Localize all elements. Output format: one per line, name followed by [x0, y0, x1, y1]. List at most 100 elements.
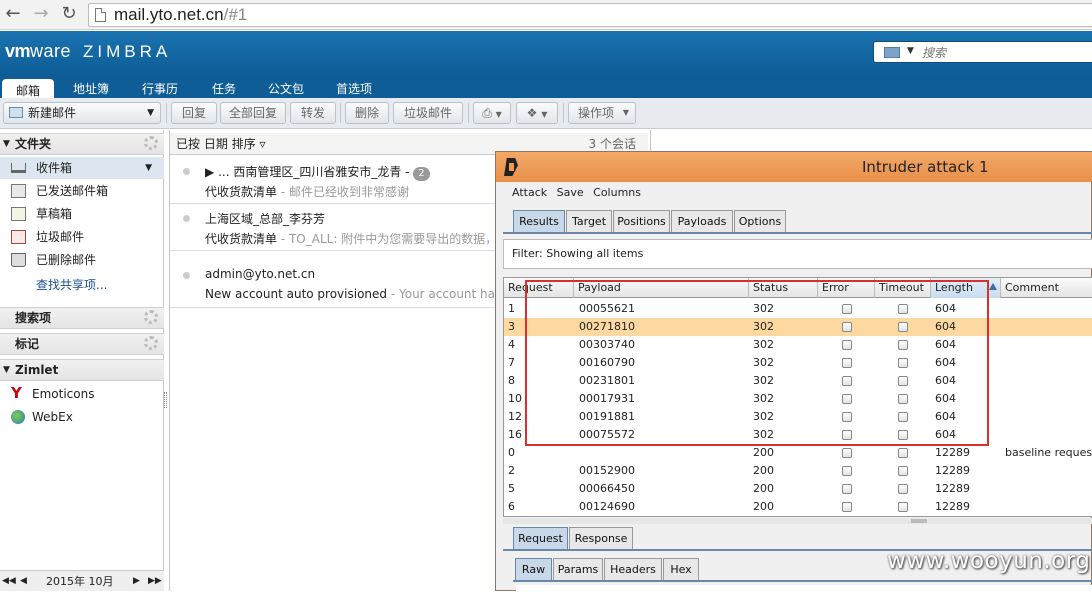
- timeout-checkbox: [898, 394, 908, 404]
- table-row[interactable]: 8 00231801 302 604: [504, 372, 1092, 390]
- junk-button[interactable]: 垃圾邮件: [393, 102, 463, 124]
- cell-request: 5: [508, 482, 515, 495]
- table-row[interactable]: 5 00066450 200 12289: [504, 480, 1092, 498]
- gear-icon[interactable]: [144, 136, 158, 150]
- prev-month-icon[interactable]: ◀: [20, 571, 27, 592]
- actions-label: 操作项: [578, 106, 615, 120]
- next-month-icon[interactable]: ▶: [133, 571, 140, 592]
- forward-button[interactable]: 转发: [290, 102, 336, 124]
- search-input[interactable]: [922, 44, 1092, 61]
- table-row[interactable]: 16 00075572 302 604: [504, 426, 1092, 444]
- tab-address-book[interactable]: 地址簿: [73, 80, 109, 98]
- actions-button[interactable]: 操作项 ▼: [568, 102, 636, 124]
- tag-button[interactable]: ❖ ▼: [516, 102, 558, 124]
- table-row[interactable]: 2 00152900 200 12289: [504, 462, 1092, 480]
- cell-request: 4: [508, 338, 515, 351]
- filter-bar[interactable]: Filter: Showing all items: [503, 239, 1092, 269]
- unread-dot-icon[interactable]: [183, 272, 190, 279]
- mail-toolbar: 新建邮件 ▼ 回复 全部回复 转发 删除 垃圾邮件 ⎙ ▼ ❖ ▼ 操作项 ▼: [0, 98, 1092, 129]
- zimlet-header[interactable]: ▼ Zimlet: [0, 359, 164, 381]
- table-row[interactable]: 6 00124690 200 12289: [504, 498, 1092, 516]
- tab-results[interactable]: Results: [513, 210, 565, 232]
- expand-triangle-icon[interactable]: ▶: [205, 165, 214, 179]
- column-header-timeout[interactable]: Timeout: [875, 278, 931, 298]
- column-header-length[interactable]: Length: [931, 278, 1001, 298]
- zimlet-webex[interactable]: WebEx: [0, 406, 164, 428]
- mail-search-type-icon[interactable]: [884, 47, 900, 58]
- prev-year-icon[interactable]: ◀◀: [2, 571, 16, 592]
- column-header-error[interactable]: Error: [818, 278, 875, 298]
- table-row[interactable]: 1 00055621 302 604: [504, 300, 1092, 318]
- print-button[interactable]: ⎙ ▼: [473, 102, 511, 124]
- forward-arrow-icon[interactable]: →: [30, 3, 52, 25]
- sidebar-item-drafts[interactable]: 草稿箱: [0, 203, 164, 225]
- tab-positions[interactable]: Positions: [613, 210, 670, 232]
- column-header-status[interactable]: Status: [749, 278, 818, 298]
- sidebar-item-sent[interactable]: 已发送邮件箱: [0, 180, 164, 202]
- next-year-icon[interactable]: ▶▶: [148, 571, 162, 592]
- chevron-down-icon[interactable]: ▼: [145, 157, 152, 179]
- raw-request-editor[interactable]: [516, 585, 1092, 595]
- collapse-triangle-icon[interactable]: ▼: [3, 134, 10, 154]
- tab-mail[interactable]: 邮箱: [2, 79, 55, 98]
- scroll-grip[interactable]: [911, 519, 927, 523]
- table-row[interactable]: 4 00303740 302 604: [504, 336, 1092, 354]
- tab-params[interactable]: Params: [553, 558, 603, 580]
- tab-response[interactable]: Response: [569, 527, 633, 549]
- unread-dot-icon[interactable]: [183, 215, 190, 222]
- gear-icon[interactable]: [144, 336, 158, 350]
- delete-button[interactable]: 删除: [345, 102, 389, 124]
- address-bar[interactable]: mail.yto.net.cn/#1: [88, 3, 1092, 27]
- zimlet-emoticons[interactable]: Y Emoticons: [0, 383, 164, 405]
- search-box[interactable]: ▼: [873, 41, 1092, 63]
- column-header-request[interactable]: Request: [504, 278, 574, 298]
- folders-header-label: 文件夹: [15, 137, 52, 151]
- reply-button[interactable]: 回复: [171, 102, 217, 124]
- searches-header[interactable]: 搜索项: [0, 307, 164, 329]
- calendar-month-label[interactable]: 2015年 10月: [46, 571, 114, 592]
- collapse-triangle-icon[interactable]: ▼: [3, 360, 10, 380]
- tab-options[interactable]: Options: [734, 210, 786, 232]
- table-row[interactable]: 7 00160790 302 604: [504, 354, 1092, 372]
- table-row[interactable]: 10 00017931 302 604: [504, 390, 1092, 408]
- table-row[interactable]: 0 200 12289 baseline request: [504, 444, 1092, 462]
- tab-payloads[interactable]: Payloads: [671, 210, 733, 232]
- chevron-down-icon[interactable]: ▼: [147, 103, 154, 123]
- tab-preferences[interactable]: 首选项: [336, 80, 372, 98]
- table-row[interactable]: 12 00191881 302 604: [504, 408, 1092, 426]
- tab-calendar[interactable]: 行事历: [142, 80, 178, 98]
- table-row[interactable]: 3 00271810 302 604: [504, 318, 1092, 336]
- tab-briefcase[interactable]: 公文包: [268, 80, 304, 98]
- back-arrow-icon[interactable]: ←: [2, 3, 24, 25]
- menu-save[interactable]: Save: [557, 186, 584, 199]
- resize-handle[interactable]: [164, 392, 167, 408]
- reload-icon[interactable]: ↻: [58, 3, 80, 25]
- tags-header[interactable]: 标记: [0, 333, 164, 355]
- new-mail-button[interactable]: 新建邮件 ▼: [3, 102, 161, 124]
- menu-attack[interactable]: Attack: [512, 186, 547, 199]
- menu-columns[interactable]: Columns: [593, 186, 641, 199]
- find-shares-link[interactable]: 查找共享项...: [0, 274, 164, 296]
- tab-tasks[interactable]: 任务: [212, 80, 236, 98]
- column-header-payload[interactable]: Payload: [574, 278, 749, 298]
- tab-hex[interactable]: Hex: [663, 558, 699, 580]
- sidebar-item-inbox[interactable]: 收件箱 ▼: [0, 157, 164, 179]
- error-checkbox: [842, 466, 852, 476]
- tab-headers[interactable]: Headers: [604, 558, 662, 580]
- folders-header[interactable]: ▼ 文件夹: [0, 133, 164, 155]
- gear-icon[interactable]: [144, 310, 158, 324]
- burp-menubar: Attack Save Columns: [496, 182, 1092, 204]
- sort-toggle-icon[interactable]: ▿: [259, 137, 265, 151]
- chevron-down-icon[interactable]: ▼: [907, 46, 914, 56]
- sidebar-item-trash[interactable]: 已删除邮件: [0, 249, 164, 271]
- tab-raw[interactable]: Raw: [515, 558, 552, 580]
- sidebar-item-junk[interactable]: 垃圾邮件: [0, 226, 164, 248]
- horizontal-scrollbar[interactable]: [503, 518, 1092, 524]
- timeout-checkbox: [898, 412, 908, 422]
- window-titlebar[interactable]: Intruder attack 1: [496, 152, 1092, 182]
- tab-request[interactable]: Request: [513, 527, 568, 549]
- column-header-comment[interactable]: Comment: [1001, 278, 1092, 298]
- reply-all-button[interactable]: 全部回复: [220, 102, 286, 124]
- unread-dot-icon[interactable]: [183, 168, 190, 175]
- tab-target[interactable]: Target: [566, 210, 612, 232]
